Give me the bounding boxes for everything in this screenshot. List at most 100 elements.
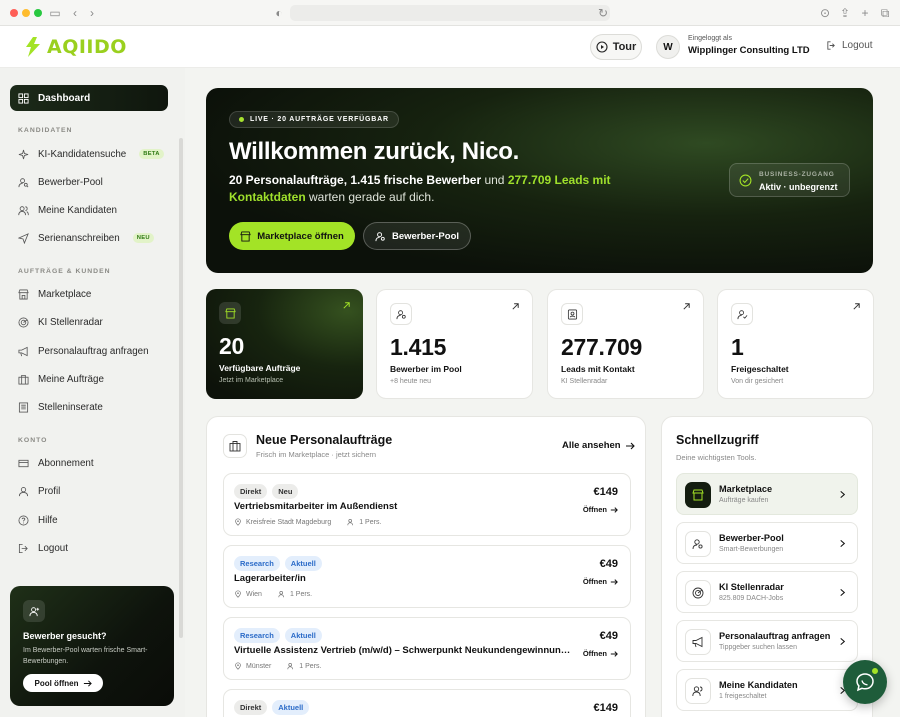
job-open-link[interactable]: Öffnen bbox=[583, 505, 618, 514]
job-location: Münster bbox=[246, 662, 272, 670]
stat-card-freigeschaltet[interactable]: 1 Freigeschaltet Von dir gesichert bbox=[717, 289, 874, 399]
sidebar-item-hilfe[interactable]: Hilfe bbox=[18, 512, 58, 528]
location-pin-icon bbox=[235, 518, 241, 526]
sidebar-item-abonnement[interactable]: Abonnement bbox=[18, 455, 94, 471]
bewerber-pool-button[interactable]: Bewerber-Pool bbox=[363, 222, 471, 250]
stat-sub: Von dir gesichert bbox=[731, 378, 784, 385]
job-row[interactable]: Direkt Neu Vertriebsmitarbeiter im Außen… bbox=[223, 473, 631, 536]
chat-fab-button[interactable] bbox=[843, 660, 887, 704]
tour-button[interactable]: Tour bbox=[590, 34, 642, 60]
quick-item-sub: 825.809 DACH-Jobs bbox=[719, 595, 784, 602]
sidebar-item-stelleninserate[interactable]: Stelleninserate bbox=[18, 399, 103, 415]
address-bar[interactable] bbox=[290, 5, 610, 21]
job-open-link[interactable]: Öffnen bbox=[583, 577, 618, 586]
window-maximize-button[interactable] bbox=[34, 9, 42, 17]
job-row[interactable]: Research Aktuell Lagerarbeiter/in Wien 1… bbox=[223, 545, 631, 608]
sidebar-item-profil[interactable]: Profil bbox=[18, 483, 60, 499]
logo-text: AQIIDO bbox=[47, 36, 127, 58]
newspaper-icon bbox=[18, 402, 29, 412]
stat-value: 20 bbox=[219, 333, 244, 359]
job-location: Wien bbox=[246, 590, 262, 598]
job-tag: Aktuell bbox=[272, 700, 310, 715]
arrow-right-icon bbox=[83, 679, 92, 687]
sidebar-item-label: Marketplace bbox=[38, 288, 92, 300]
store-icon bbox=[240, 230, 251, 242]
quick-item-title: KI Stellenradar bbox=[719, 582, 784, 592]
logo[interactable]: AQIIDO bbox=[24, 36, 127, 58]
job-row[interactable]: Direkt Aktuell €149 bbox=[223, 689, 631, 717]
subtitle-part-3: warten gerade auf dich. bbox=[305, 190, 435, 204]
quick-item-meine-kandidaten[interactable]: Meine Kandidaten 1 freigeschaltet bbox=[676, 669, 858, 711]
job-tag: Research bbox=[234, 556, 280, 571]
megaphone-icon bbox=[685, 629, 711, 655]
logout-label: Logout bbox=[842, 40, 873, 51]
sidebar-item-label: Hilfe bbox=[38, 514, 58, 526]
forward-icon[interactable]: › bbox=[85, 6, 99, 20]
stat-value: 277.709 bbox=[561, 334, 643, 360]
contact-icon bbox=[561, 303, 583, 325]
access-label: BUSINESS-ZUGANG bbox=[759, 171, 835, 178]
marketplace-open-button[interactable]: Marketplace öffnen bbox=[229, 222, 355, 250]
window-minimize-button[interactable] bbox=[22, 9, 30, 17]
stat-card-leads[interactable]: 277.709 Leads mit Kontakt KI Stellenrada… bbox=[547, 289, 704, 399]
sidebar-item-dashboard[interactable]: Dashboard bbox=[10, 85, 168, 111]
sidebar-toggle-icon[interactable]: ▭ bbox=[48, 6, 62, 20]
business-access-badge: BUSINESS-ZUGANG Aktiv · unbegrenzt bbox=[729, 163, 850, 197]
persons-icon bbox=[278, 591, 284, 598]
quick-item-personalauftrag[interactable]: Personalauftrag anfragen Tippgeber suche… bbox=[676, 620, 858, 662]
bewerber-promo-card: Bewerber gesucht? Im Bewerber-Pool warte… bbox=[10, 586, 174, 706]
section-label-kandidaten: KANDIDATEN bbox=[18, 127, 73, 134]
sidebar-scrollbar[interactable] bbox=[179, 138, 183, 638]
sidebar-item-ki-stellenradar[interactable]: KI Stellenradar bbox=[18, 314, 103, 330]
arrow-right-icon bbox=[610, 650, 618, 657]
download-icon[interactable]: ⊙ bbox=[818, 6, 832, 20]
sidebar-item-meine-kandidaten[interactable]: Meine Kandidaten bbox=[18, 202, 117, 218]
stat-card-auftraege[interactable]: 20 Verfügbare Aufträge Jetzt im Marketpl… bbox=[206, 289, 363, 399]
section-label-auftraege: AUFTRÄGE & KUNDEN bbox=[18, 268, 111, 275]
sidebar-item-logout[interactable]: Logout bbox=[18, 540, 68, 556]
panel-title: Schnellzugriff bbox=[676, 433, 759, 447]
sidebar-item-serienanschreiben[interactable]: Serienanschreiben NEU bbox=[18, 230, 154, 246]
megaphone-icon bbox=[18, 346, 28, 356]
arrow-right-icon bbox=[610, 506, 618, 513]
pool-open-button[interactable]: Pool öffnen bbox=[23, 674, 103, 692]
new-badge: NEU bbox=[132, 233, 154, 243]
sidebar-item-personalauftrag-anfragen[interactable]: Personalauftrag anfragen bbox=[18, 343, 149, 359]
logged-in-label: Eingeloggt als bbox=[688, 35, 732, 42]
window-close-button[interactable] bbox=[10, 9, 18, 17]
sidebar-item-ki-kandidatensuche[interactable]: KI-Kandidatensuche BETA bbox=[18, 146, 164, 162]
reload-icon[interactable]: ↻ bbox=[596, 6, 610, 20]
sidebar-item-marketplace[interactable]: Marketplace bbox=[18, 286, 91, 302]
location-pin-icon bbox=[235, 662, 241, 670]
access-value: Aktiv · unbegrenzt bbox=[759, 182, 838, 192]
share-icon[interactable]: ⇪ bbox=[838, 6, 852, 20]
stat-card-bewerber[interactable]: 1.415 Bewerber im Pool +8 heute neu bbox=[376, 289, 533, 399]
radar-icon bbox=[685, 580, 711, 606]
see-all-link[interactable]: Alle ansehen bbox=[562, 440, 635, 451]
quick-item-bewerber-pool[interactable]: Bewerber-Pool Smart-Bewerbungen bbox=[676, 522, 858, 564]
open-label: Öffnen bbox=[582, 505, 607, 514]
job-row[interactable]: Research Aktuell Virtuelle Assistenz Ver… bbox=[223, 617, 631, 680]
sidebar-item-meine-auftraege[interactable]: Meine Aufträge bbox=[18, 371, 104, 387]
quick-item-marketplace[interactable]: Marketplace Aufträge kaufen bbox=[676, 473, 858, 515]
logout-button[interactable]: Logout bbox=[826, 40, 873, 51]
quick-access-panel: Schnellzugriff Deine wichtigsten Tools. … bbox=[661, 416, 873, 717]
user-search-icon bbox=[375, 231, 385, 241]
avatar[interactable]: W bbox=[656, 35, 680, 59]
sidebar-item-label: Abonnement bbox=[38, 457, 94, 469]
quick-item-sub: Smart-Bewerbungen bbox=[719, 546, 784, 553]
welcome-title: Willkommen zurück, Nico. bbox=[229, 138, 519, 165]
beta-badge: BETA bbox=[139, 149, 164, 159]
tabs-overview-icon[interactable]: ⧉ bbox=[878, 6, 892, 20]
new-tab-icon[interactable]: + bbox=[858, 6, 872, 20]
job-persons: 1 Pers. bbox=[289, 590, 313, 598]
sidebar-item-label: KI Stellenradar bbox=[38, 316, 103, 328]
job-location: Kreisfreie Stadt Magdeburg bbox=[246, 518, 332, 526]
chevron-right-icon bbox=[840, 539, 846, 548]
back-icon[interactable]: ‹ bbox=[68, 6, 82, 20]
stat-sub: KI Stellenradar bbox=[561, 378, 608, 385]
sidebar-item-label: Stelleninserate bbox=[38, 401, 103, 413]
quick-item-ki-stellenradar[interactable]: KI Stellenradar 825.809 DACH-Jobs bbox=[676, 571, 858, 613]
job-open-link[interactable]: Öffnen bbox=[583, 649, 618, 658]
sidebar-item-bewerber-pool[interactable]: Bewerber-Pool bbox=[18, 174, 103, 190]
